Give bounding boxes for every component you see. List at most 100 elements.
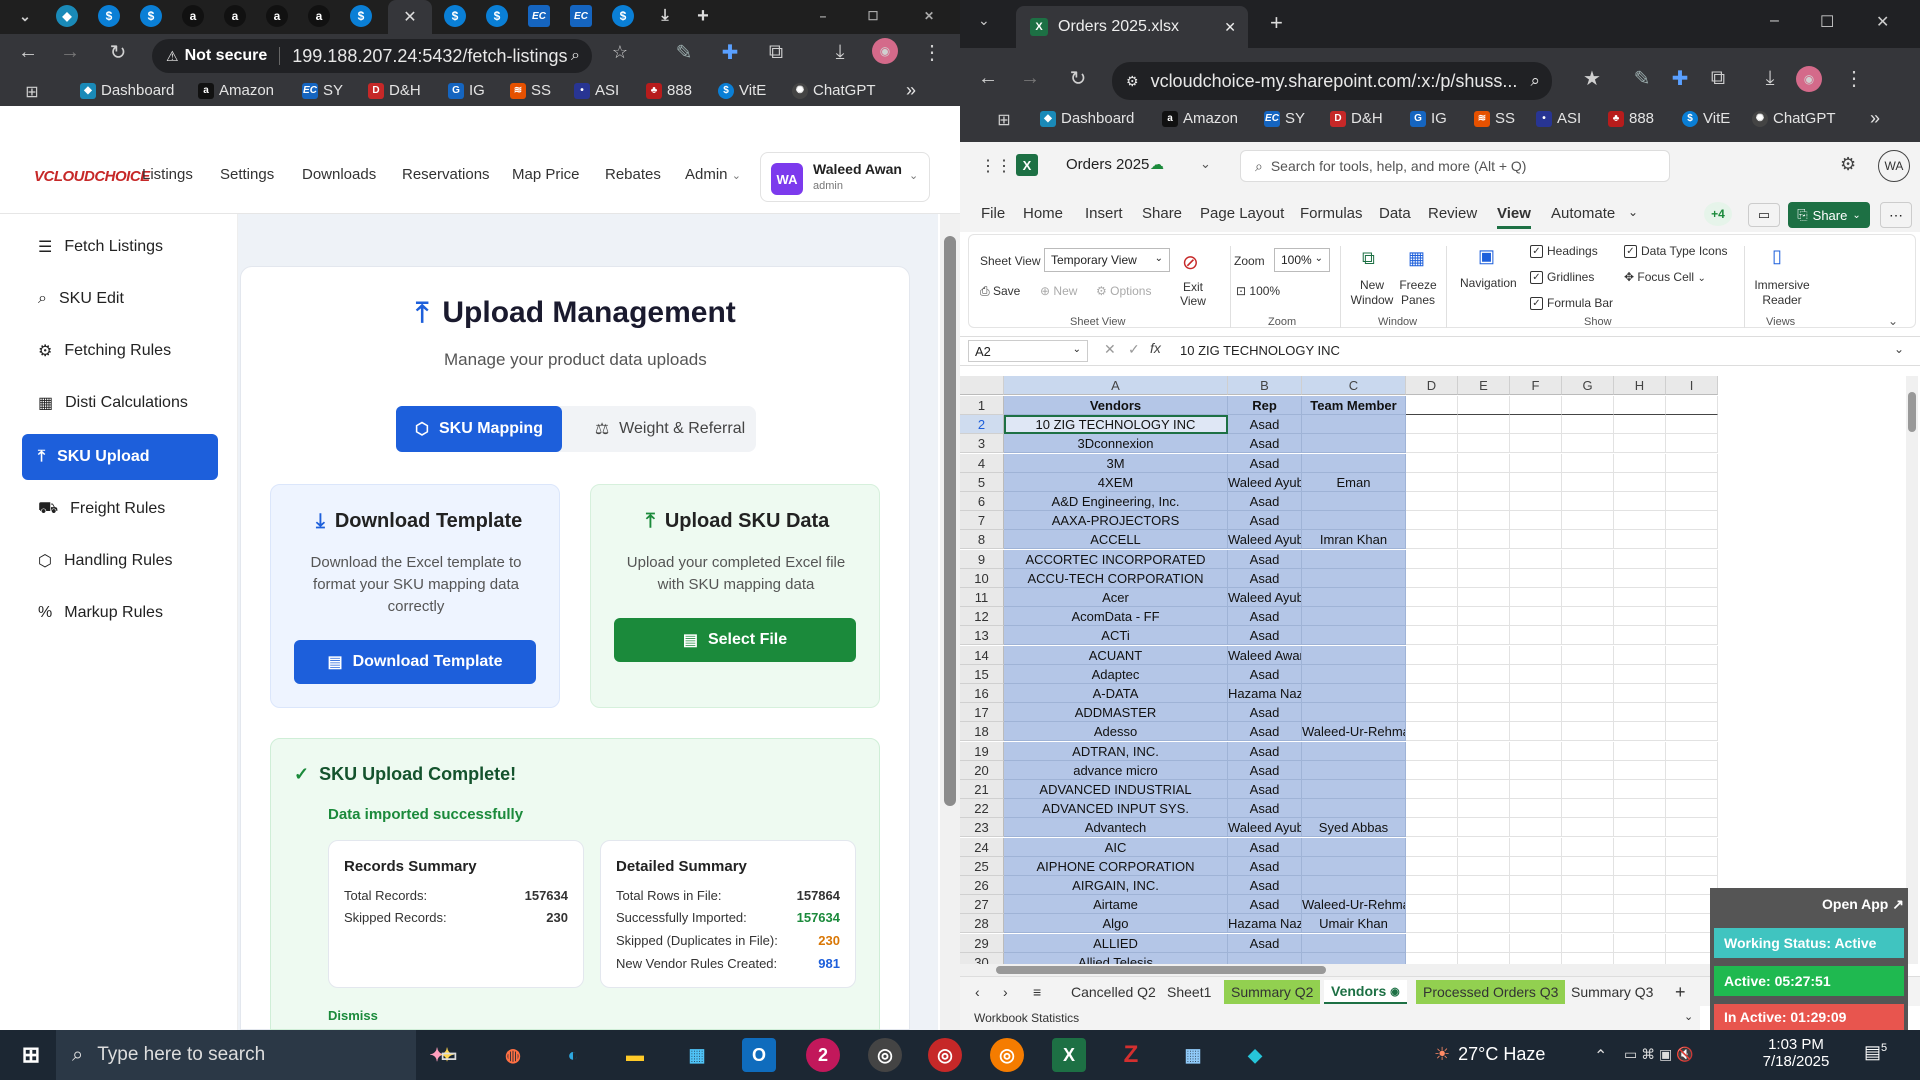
enter-check-icon[interactable]: ✓ [1128,341,1140,358]
focus-cell-button[interactable]: ✥ Focus Cell ⌄ [1624,270,1706,284]
row-header[interactable]: 9 [960,549,1004,569]
table-cell[interactable]: Hazama Nazir [1228,914,1302,934]
table-cell[interactable] [1458,876,1510,895]
table-cell[interactable] [1562,626,1614,646]
table-cell[interactable] [1406,588,1458,607]
table-cell[interactable]: A&D Engineering, Inc. [1004,492,1228,511]
bookmark-dashboard[interactable]: ◆ Dashboard [80,82,174,99]
bookmark-ig[interactable]: G IG [448,82,485,99]
avatar[interactable]: WA [1878,150,1910,182]
table-cell[interactable] [1510,760,1562,780]
table-cell[interactable] [1666,453,1718,473]
row-header[interactable]: 2 [960,415,1004,435]
reload-icon[interactable]: ↻ [1064,64,1092,92]
table-cell[interactable]: Asad [1228,799,1302,819]
table-cell[interactable]: Asad [1228,492,1302,511]
row-header[interactable]: 27 [960,895,1004,915]
table-cell[interactable]: Hazama Nazir [1228,684,1302,703]
table-cell[interactable] [1666,492,1718,511]
zoom-100-button[interactable]: ⊡ 100% [1236,284,1280,298]
copilot-app-icon[interactable]: ◍ [496,1038,530,1072]
table-cell[interactable] [1302,780,1406,799]
table-cell[interactable]: Asad [1228,933,1302,953]
header-cell[interactable] [1614,396,1666,415]
table-cell[interactable]: Waleed Ayub [1228,472,1302,492]
profile-avatar-icon[interactable]: ◉ [1796,66,1822,92]
table-cell[interactable] [1666,645,1718,665]
table-cell[interactable]: AcomData - FF [1004,607,1228,627]
sidebar-item-handling-rules[interactable]: ⬡ Handling Rules [22,538,218,584]
cancel-x-icon[interactable]: ✕ [1104,341,1116,358]
table-cell[interactable] [1562,511,1614,531]
table-cell[interactable] [1666,664,1718,684]
table-cell[interactable] [1458,607,1510,627]
tab-favicon-s-icon[interactable]: $ [350,5,372,27]
table-cell[interactable] [1510,837,1562,857]
table-cell[interactable] [1510,914,1562,934]
apps-grid-icon[interactable]: ⊞ [990,106,1018,134]
table-cell[interactable] [1458,703,1510,723]
expand-formula-chevron-icon[interactable]: ⌄ [1894,342,1904,356]
table-cell[interactable] [1614,588,1666,607]
row-header[interactable]: 17 [960,703,1004,723]
extension-puzzle-icon[interactable]: ✚ [1666,64,1694,92]
column-header[interactable]: I [1666,376,1718,395]
nav-admin[interactable]: Admin ⌄ [685,166,741,183]
table-cell[interactable] [1614,703,1666,723]
bookmark-sy[interactable]: EC SY [1264,110,1305,127]
new-view-button[interactable]: ⊕ New [1040,284,1077,298]
table-cell[interactable]: ACCU-TECH CORPORATION [1004,568,1228,588]
table-cell[interactable] [1562,780,1614,799]
table-cell[interactable] [1458,722,1510,742]
sheet-view-select[interactable]: Temporary View ⌄ [1044,248,1170,272]
header-cell[interactable]: Vendors [1004,396,1228,415]
table-cell[interactable] [1406,453,1458,473]
row-header[interactable]: 26 [960,876,1004,895]
table-cell[interactable] [1302,645,1406,665]
menu-page-layout[interactable]: Page Layout [1200,205,1284,222]
table-cell[interactable] [1302,492,1406,511]
table-cell[interactable] [1458,837,1510,857]
table-cell[interactable] [1562,799,1614,819]
immersive-reader-icon[interactable]: ▯ [1772,246,1782,267]
row-header[interactable]: 13 [960,626,1004,646]
table-cell[interactable]: Asad [1228,856,1302,876]
table-cell[interactable] [1510,799,1562,819]
forward-arrow-icon[interactable]: → [1016,64,1044,92]
tray-chevron-up-icon[interactable]: ⌃ [1594,1046,1607,1066]
extensions-icon[interactable]: ⧉ [1704,64,1732,92]
table-cell[interactable]: advance micro [1004,760,1228,780]
table-cell[interactable] [1614,799,1666,819]
column-header[interactable]: B [1228,376,1302,395]
tab-favicon-amazon-icon[interactable]: a [266,5,288,27]
bookmark-asi[interactable]: • ASI [574,82,619,99]
workbook-statistics[interactable]: Workbook Statistics [974,1011,1079,1025]
store-icon[interactable]: ▦ [680,1038,714,1072]
data-type-icons-checkbox[interactable]: ✓ Data Type Icons [1624,244,1728,259]
downloads-icon[interactable]: ⤓ [826,38,854,66]
extension-feather-icon[interactable]: ✎ [1628,64,1656,92]
chevron-down-icon[interactable]: ⌄ [1200,156,1211,172]
table-cell[interactable]: Asad [1228,722,1302,742]
table-cell[interactable] [1562,434,1614,454]
freeze-panes-icon[interactable]: ▦ [1408,248,1425,269]
calculator-icon[interactable]: ▦ [1176,1038,1210,1072]
workbook-title[interactable]: Orders 2025 [1066,156,1149,173]
bookmark-chatgpt[interactable]: ✺ ChatGPT [792,82,876,99]
table-cell[interactable] [1302,568,1406,588]
vertical-scrollbar[interactable] [1906,376,1918,964]
maximize-icon[interactable]: ☐ [862,5,884,27]
back-arrow-icon[interactable]: ← [974,64,1002,92]
menu-insert[interactable]: Insert [1085,205,1123,222]
table-cell[interactable] [1562,645,1614,665]
table-cell[interactable] [1302,607,1406,627]
tab-list-chevron-icon[interactable]: ⌄ [978,12,990,29]
table-cell[interactable] [1614,607,1666,627]
clock[interactable]: 1:03 PM 7/18/2025 [1746,1036,1846,1070]
table-cell[interactable] [1406,856,1458,876]
table-cell[interactable] [1510,703,1562,723]
sidebar-item-sku-edit[interactable]: ⌕ SKU Edit [22,276,218,322]
scrollbar-thumb[interactable] [944,236,956,806]
header-cell[interactable] [1562,396,1614,415]
sidebar-item-sku-upload[interactable]: ⤒ SKU Upload [22,434,218,480]
